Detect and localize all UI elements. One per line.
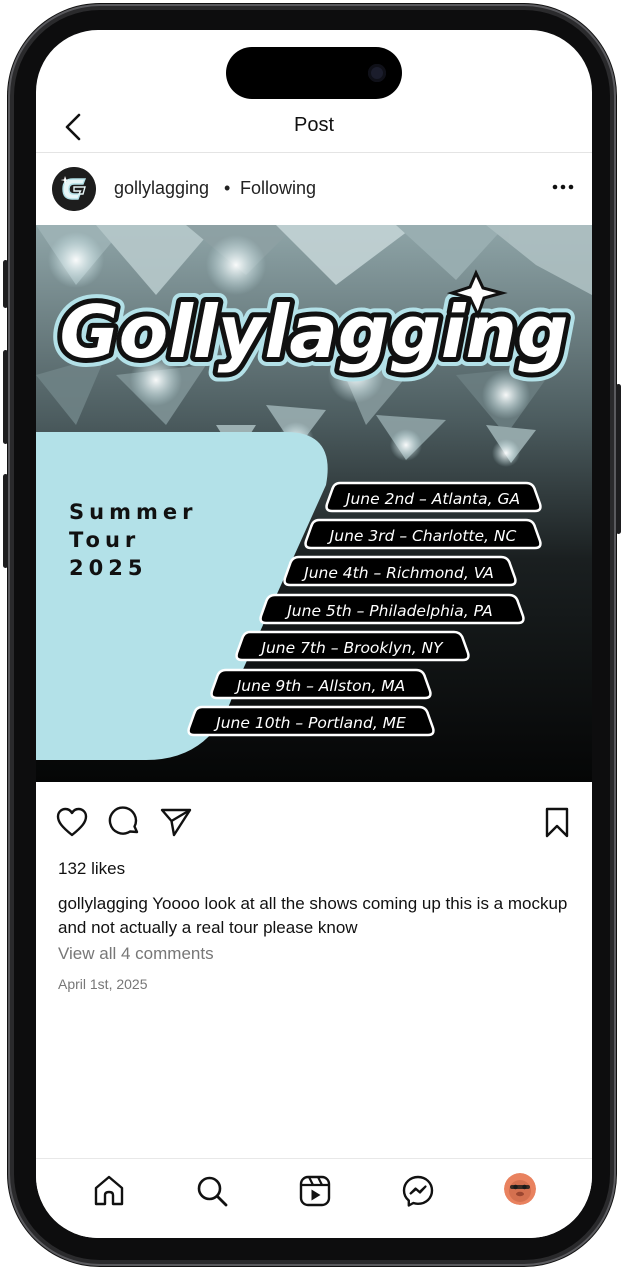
post-date: April 1st, 2025 <box>58 976 148 992</box>
nav-reels[interactable] <box>297 1173 333 1209</box>
tour-title-line1: Summer <box>69 500 197 524</box>
volume-up-button <box>3 350 8 444</box>
reels-icon <box>299 1175 331 1207</box>
svg-text:June 10th – Portland, ME: June 10th – Portland, ME <box>213 714 406 732</box>
post-header: gollylagging • Following <box>36 154 592 224</box>
profile-avatar-icon <box>504 1173 536 1205</box>
tour-title-line3: 2025 <box>69 556 147 580</box>
post-caption: gollylagging Yoooo look at all the shows… <box>58 892 578 940</box>
nav-messenger[interactable] <box>400 1173 436 1209</box>
tour-date-2: June 3rd – Charlotte, NC <box>304 518 542 550</box>
tour-date-3: June 4th – Richmond, VA <box>283 555 517 587</box>
more-options-button[interactable] <box>550 174 576 200</box>
tour-date-7: June 10th – Portland, ME <box>187 705 435 737</box>
nav-search[interactable] <box>194 1173 230 1209</box>
likes-count[interactable]: 132 likes <box>58 859 125 879</box>
avatar[interactable] <box>52 167 96 211</box>
screen: Post gollylagging • Following Gollylaggi… <box>36 30 592 1238</box>
svg-text:June 2nd – Atlanta, GA: June 2nd – Atlanta, GA <box>343 490 520 508</box>
save-button[interactable] <box>539 804 575 840</box>
tour-poster: Gollylagging Gollylagging Gollylagging S… <box>36 225 592 782</box>
camera-icon <box>368 64 386 82</box>
top-bar: Post <box>36 104 592 153</box>
nav-home[interactable] <box>91 1173 127 1209</box>
like-button[interactable] <box>54 804 90 840</box>
bottom-navigation <box>36 1158 592 1238</box>
dynamic-island <box>226 47 402 99</box>
power-button <box>616 384 621 534</box>
comment-icon <box>108 806 139 835</box>
post-image[interactable]: Gollylagging Gollylagging Gollylagging S… <box>36 225 592 782</box>
page-title: Post <box>293 114 335 136</box>
messenger-icon <box>402 1175 434 1207</box>
comment-button[interactable] <box>106 804 142 840</box>
separator-dot: • <box>224 178 231 198</box>
nav-profile-avatar[interactable] <box>504 1173 536 1205</box>
home-icon <box>94 1175 124 1206</box>
svg-text:June 9th – Allston, MA: June 9th – Allston, MA <box>234 677 406 695</box>
svg-text:June 4th – Richmond, VA: June 4th – Richmond, VA <box>301 564 494 582</box>
svg-text:June 5th – Philadelphia, PA: June 5th – Philadelphia, PA <box>284 602 493 620</box>
logo-icon <box>52 167 96 211</box>
action-button <box>3 260 8 308</box>
svg-text:Gollylagging: Gollylagging <box>60 290 569 374</box>
tour-title-line2: Tour <box>69 528 140 552</box>
tour-date-1: June 2nd – Atlanta, GA <box>325 481 542 513</box>
caption-username[interactable]: gollylagging <box>58 894 148 913</box>
tour-date-6: June 9th – Allston, MA <box>210 668 432 700</box>
share-button[interactable] <box>158 804 194 840</box>
volume-down-button <box>3 474 8 568</box>
heart-icon <box>56 807 88 837</box>
search-icon <box>197 1176 228 1207</box>
post-actions <box>36 800 592 844</box>
following-button[interactable]: Following <box>240 178 316 199</box>
post-username[interactable]: gollylagging <box>114 178 209 199</box>
bookmark-icon <box>545 807 569 838</box>
more-horizontal-icon <box>552 184 574 190</box>
svg-text:June 3rd – Charlotte, NC: June 3rd – Charlotte, NC <box>327 527 517 545</box>
send-icon <box>160 808 192 837</box>
tour-date-5: June 7th – Brooklyn, NY <box>235 630 470 662</box>
view-comments-link[interactable]: View all 4 comments <box>58 944 214 964</box>
svg-text:June 7th – Brooklyn, NY: June 7th – Brooklyn, NY <box>258 639 444 657</box>
tour-date-4: June 5th – Philadelphia, PA <box>259 593 525 625</box>
